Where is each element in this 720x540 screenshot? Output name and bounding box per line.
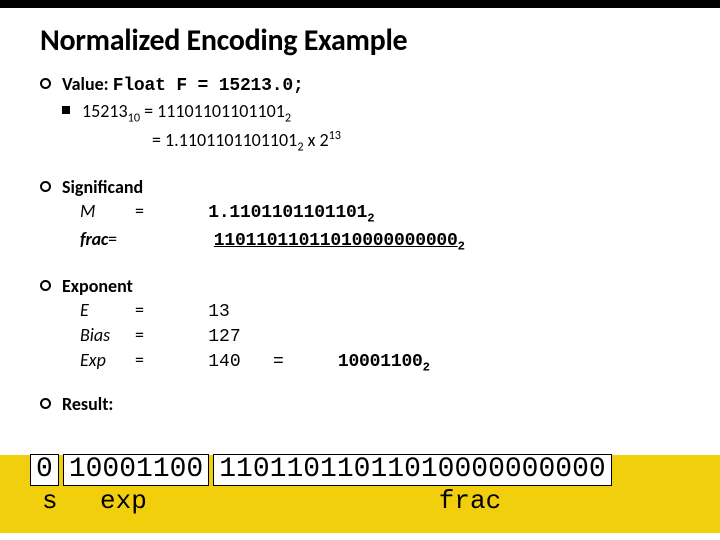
exponent-exp-eq: = — [135, 349, 165, 371]
value-line1-eq: = 11101101101101 — [140, 100, 285, 122]
significand-m-val-text: 1.1101101101101 — [208, 203, 367, 223]
exponent-e-lbl: E — [80, 299, 135, 321]
significand-m-eq: = — [135, 200, 165, 222]
significand-frac-val-text: 11011011011010000000000 — [214, 231, 458, 251]
exponent-bias-line: Bias= 127 — [80, 324, 720, 347]
value-line1-sub: 10 — [128, 111, 140, 126]
significand-m-line: M= 1.11011011011012 — [80, 200, 720, 226]
slide-title: Normalized Encoding Example — [40, 22, 720, 59]
result-row: 01000110011011011011010000000000 — [30, 454, 616, 486]
exponent-exp-line: Exp= 140 = 100011002 — [80, 349, 720, 375]
exponent-bias-lbl: Bias — [80, 324, 135, 346]
value-line2-eq: = 1.1101101101101 — [152, 129, 297, 151]
exponent-e-eq: = — [135, 299, 165, 321]
result-box-s: 0 — [30, 454, 59, 486]
value-line2: = 1.11011011011012 x 213 — [152, 128, 720, 155]
value-heading: Value: — [62, 73, 113, 95]
bullet-significand: Significand — [40, 176, 720, 198]
value-line2-sup: 13 — [329, 128, 341, 143]
exponent-bias-eq: = — [135, 324, 165, 346]
exponent-exp-bin-text: 10001100 — [338, 352, 423, 372]
significand-frac-val: 110110110110100000000002 — [214, 231, 465, 254]
slide-body: Normalized Encoding Example Value: Float… — [0, 8, 720, 415]
exponent-exp-sub: 2 — [423, 361, 430, 375]
result-label-exp: exp — [90, 486, 270, 516]
exponent-exp-lbl: Exp — [80, 349, 135, 371]
value-code: Float F = 15213.0; — [113, 76, 304, 96]
exponent-bias-val: 127 — [208, 327, 240, 347]
significand-m-sub: 2 — [367, 212, 374, 226]
significand-m-lbl: M — [80, 200, 135, 222]
value-line1-sub2: 2 — [285, 111, 291, 126]
top-black-band — [0, 0, 720, 8]
value-line1-left: 15213 — [82, 100, 128, 122]
significand-frac-line: frac= 110110110110100000000002 — [80, 228, 720, 254]
result-box-frac: 11011011011010000000000 — [213, 454, 611, 486]
result-label-s: s — [30, 486, 90, 516]
result-box-exp: 10001100 — [63, 454, 209, 486]
bullet-result: Result: — [40, 393, 720, 415]
exponent-e-line: E= 13 — [80, 299, 720, 322]
bullet-exponent: Exponent — [40, 275, 720, 297]
bullet-value: Value: Float F = 15213.0; — [40, 73, 720, 96]
exponent-e-val: 13 — [208, 302, 230, 322]
significand-m-val: 1.11011011011012 — [208, 203, 374, 226]
value-line1: 1521310 = 111011011011012 — [62, 100, 720, 126]
result-labels: sexpfrac — [30, 486, 670, 516]
significand-frac-eq: = — [108, 228, 138, 250]
value-line2-mul: x 2 — [304, 129, 329, 151]
significand-frac-lbl: frac — [80, 228, 108, 250]
exponent-exp-bin: 100011002 — [338, 352, 430, 375]
exponent-exp-val: 140 — [208, 352, 240, 372]
result-label-frac: frac — [270, 486, 670, 516]
significand-frac-sub: 2 — [458, 239, 465, 253]
